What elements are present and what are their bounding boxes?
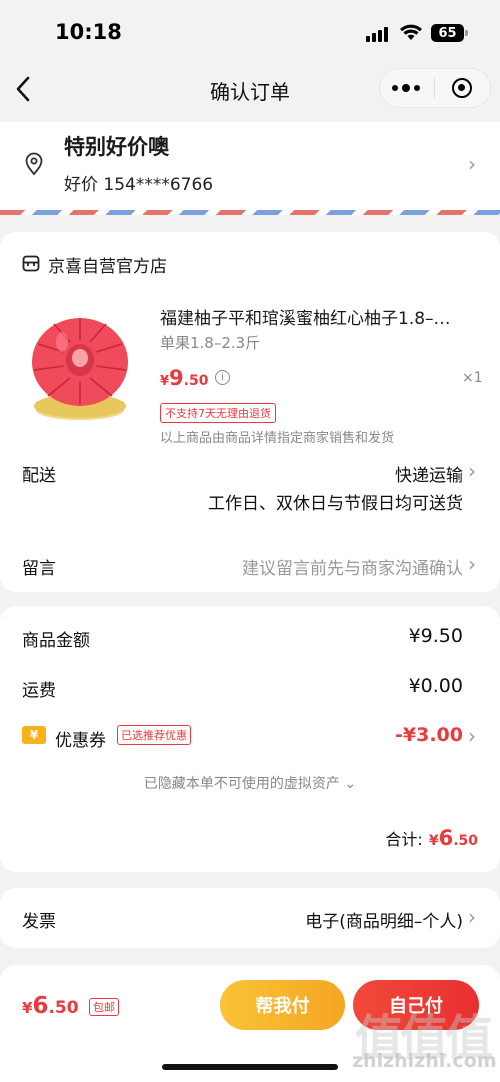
shipping-value: ¥0.00: [408, 675, 463, 697]
shipping-label: 运费: [22, 681, 56, 701]
envelope-stripe: [0, 210, 500, 215]
total-symbol: ¥: [428, 833, 439, 849]
home-indicator[interactable]: [162, 1064, 338, 1070]
product-title[interactable]: 福建柚子平和琯溪蜜柚红心柚子1.8–…: [160, 304, 480, 329]
coupon-icon: ¥: [22, 726, 46, 744]
free-shipping-badge: 包邮: [89, 998, 119, 1016]
bottom-total-decimal: .50: [48, 998, 79, 1018]
bottom-total: ¥6.50: [22, 993, 79, 1019]
coupon-label: 优惠券: [55, 731, 106, 751]
help-me-pay-button[interactable]: 帮我付: [220, 980, 345, 1030]
total-decimal: .50: [453, 833, 478, 849]
close-mini-program-icon[interactable]: [452, 78, 472, 98]
battery-tip: [465, 30, 468, 36]
bottom-total-integer: 6: [32, 993, 49, 1019]
chevron-right-icon: ›: [468, 724, 476, 748]
capsule-divider: [434, 78, 435, 98]
message-input[interactable]: 建议留言前先与商家沟通确认: [242, 554, 463, 579]
no-return-tag: 不支持7天无理由退货: [160, 403, 276, 423]
delivery-method[interactable]: 快递运输: [395, 461, 463, 486]
more-icon[interactable]: [392, 80, 430, 96]
chevron-right-icon: ›: [468, 459, 476, 483]
chevron-right-icon: ›: [468, 552, 476, 576]
invoice-value[interactable]: 电子(商品明细–个人): [305, 907, 463, 932]
delivery-label: 配送: [22, 466, 56, 486]
store-icon: [22, 255, 40, 272]
invoice-label: 发票: [22, 912, 56, 932]
product-image[interactable]: [22, 300, 138, 430]
shop-name[interactable]: 京喜自营官方店: [48, 252, 167, 277]
product-quantity: ×1: [462, 370, 483, 386]
total-integer: 6: [438, 826, 454, 850]
recipient-phone: 好价 154****6766: [64, 175, 214, 195]
product-price: ¥9.50: [160, 366, 208, 390]
chevron-down-icon: ⌄: [344, 776, 357, 792]
hidden-assets-text: 已隐藏本单不可使用的虚拟资产: [143, 776, 340, 792]
bottom-total-symbol: ¥: [22, 999, 33, 1017]
recipient-name: 特别好价噢: [64, 135, 169, 159]
goods-amount-label: 商品金额: [22, 631, 90, 651]
status-time: 10:18: [55, 20, 122, 44]
battery-icon: 65: [431, 24, 464, 42]
price-integer: 9: [169, 366, 184, 390]
order-total: 合计: ¥ 6 .50: [385, 826, 478, 850]
chevron-right-icon: ›: [468, 905, 476, 929]
total-label: 合计:: [385, 830, 423, 849]
price-symbol: ¥: [160, 374, 170, 389]
message-label: 留言: [22, 559, 56, 579]
chevron-right-icon: ›: [468, 152, 476, 176]
wifi-icon: [400, 24, 422, 40]
cellular-signal-icon: [366, 27, 388, 42]
goods-amount-value: ¥9.50: [408, 625, 463, 647]
hidden-assets-toggle[interactable]: 已隐藏本单不可使用的虚拟资产 ⌄: [0, 773, 500, 793]
product-spec: 单果1.8–2.3斤: [160, 334, 261, 352]
coupon-value[interactable]: -¥3.00: [395, 724, 463, 746]
location-pin-icon: [25, 152, 43, 176]
seller-note: 以上商品由商品详情指定商家销售和发货: [160, 431, 395, 446]
price-decimal: .50: [183, 373, 209, 389]
info-icon[interactable]: i: [215, 370, 230, 385]
watermark-url: zhizhizhi.com: [352, 1050, 497, 1072]
coupon-recommended-tag: 已选推荐优惠: [117, 725, 191, 745]
delivery-note: 工作日、双休日与节假日均可送货: [208, 494, 463, 514]
